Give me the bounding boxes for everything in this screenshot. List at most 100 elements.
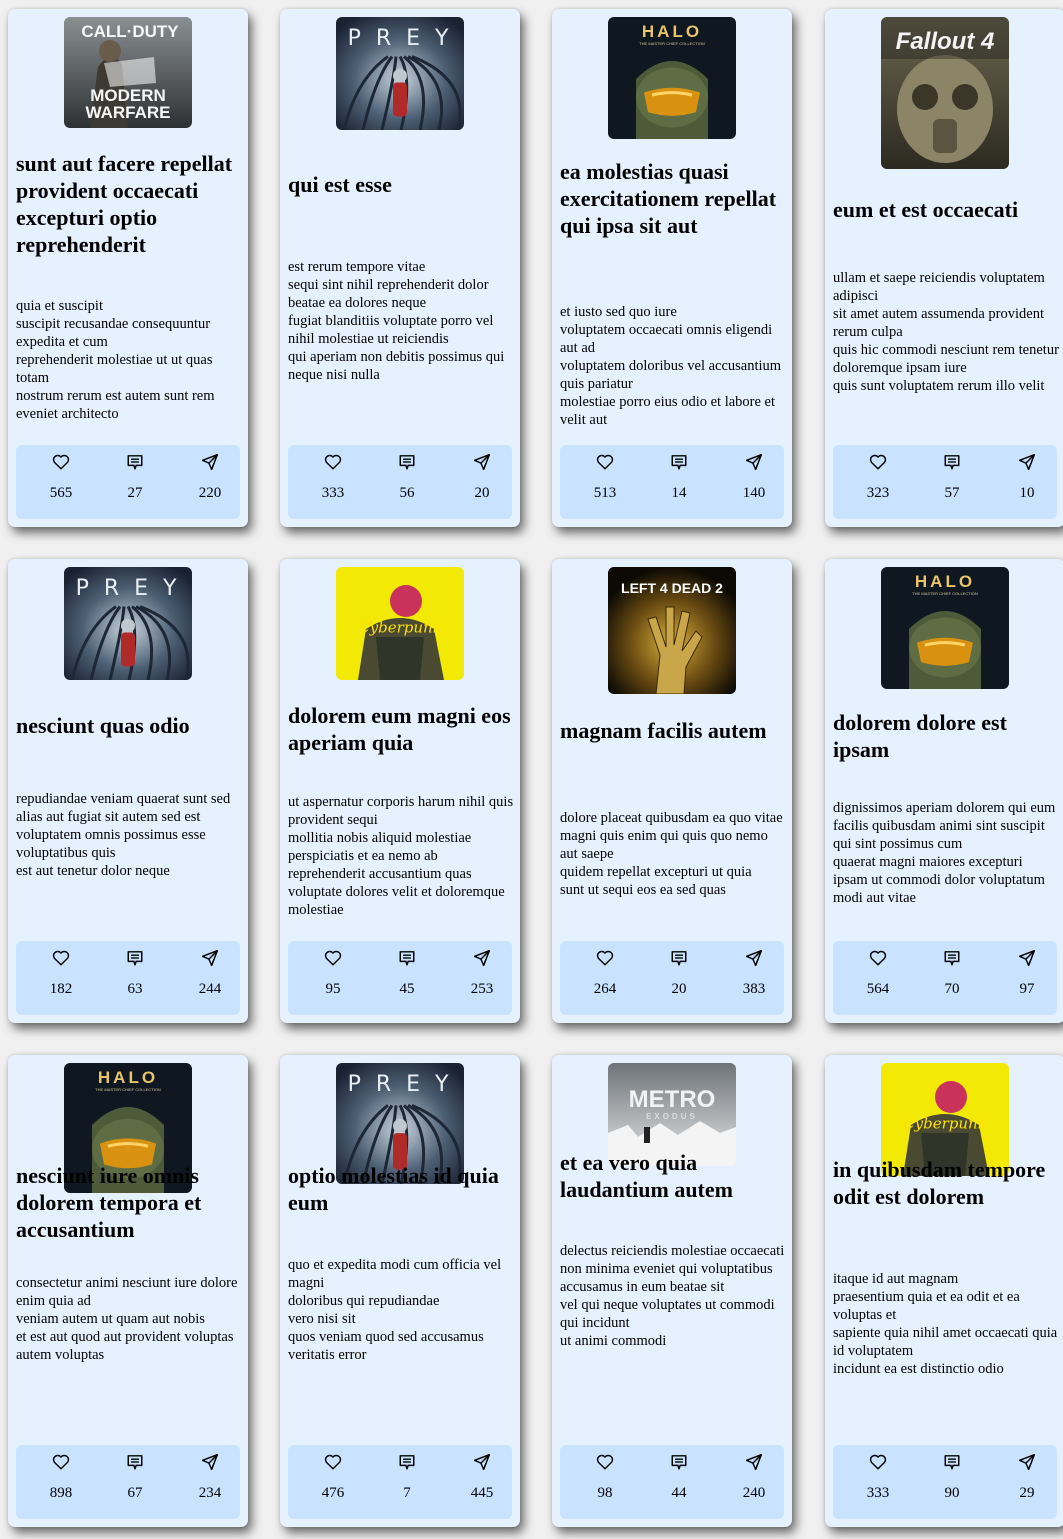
- post-card[interactable]: CALL·DUTY MODERN WARFARE sunt aut facere re…: [8, 9, 248, 527]
- comments-button[interactable]: 63: [100, 941, 170, 1015]
- comment-icon: [944, 455, 960, 470]
- post-title: optio molestias id quia eum: [288, 1163, 499, 1215]
- likes-button[interactable]: 513: [570, 445, 640, 519]
- heart-icon: [324, 950, 342, 966]
- likes-count: 565: [49, 485, 73, 501]
- shares-count: 140: [742, 485, 766, 501]
- heart-icon: [596, 950, 614, 966]
- post-card[interactable]: HALO THE MASTER CHIEF COLLECTION nesciunt …: [8, 1055, 248, 1527]
- cover-title-text: Fallout 4: [896, 28, 995, 55]
- post-body: repudiandae veniam quaerat sunt sed alia…: [16, 791, 231, 879]
- shares-button[interactable]: 97: [992, 941, 1062, 1015]
- game-cover-image[interactable]: Fallout 4: [881, 17, 1009, 169]
- shares-button[interactable]: 10: [992, 445, 1062, 519]
- comment-icon: [399, 951, 415, 966]
- post-card[interactable]: METRO EXODUS et ea vero quia laudantium au…: [552, 1055, 792, 1527]
- likes-button[interactable]: 264: [570, 941, 640, 1015]
- send-icon: [745, 1453, 763, 1471]
- game-cover-image[interactable]: Cyberpunk: [336, 567, 464, 680]
- post-card[interactable]: Cyberpunk in quibusdam tempore odit est d…: [825, 1055, 1063, 1527]
- likes-button[interactable]: 95: [298, 941, 368, 1015]
- likes-button[interactable]: 476: [298, 1445, 368, 1519]
- cover-title-text: THE MASTER CHIEF COLLECTION: [95, 1087, 161, 1092]
- post-body: quia et suscipit suscipit recusandae con…: [16, 298, 215, 422]
- likes-button[interactable]: 182: [26, 941, 96, 1015]
- shares-button[interactable]: 20: [447, 445, 517, 519]
- likes-button[interactable]: 564: [843, 941, 913, 1015]
- game-cover-image[interactable]: HALO THE MASTER CHIEF COLLECTION: [881, 567, 1009, 689]
- heart-icon: [324, 1454, 342, 1470]
- comments-button[interactable]: 45: [372, 941, 442, 1015]
- comments-button[interactable]: 44: [644, 1445, 714, 1519]
- shares-button[interactable]: 445: [447, 1445, 517, 1519]
- shares-button[interactable]: 383: [719, 941, 789, 1015]
- post-card[interactable]: Fallout 4 eum et est occaecati ullam et sa…: [825, 9, 1063, 527]
- post-card[interactable]: P R E Y nesciunt quas odio repudiandae ven…: [8, 559, 248, 1023]
- cover-title-text: Cyberpunk: [358, 619, 442, 637]
- comments-button[interactable]: 20: [644, 941, 714, 1015]
- comments-count: 45: [399, 981, 415, 997]
- likes-button[interactable]: 333: [843, 1445, 913, 1519]
- shares-button[interactable]: 240: [719, 1445, 789, 1519]
- likes-count: 564: [866, 981, 890, 997]
- post-body: delectus reiciendis molestiae occaecati …: [560, 1243, 785, 1349]
- comments-button[interactable]: 14: [644, 445, 714, 519]
- shares-button[interactable]: 244: [175, 941, 245, 1015]
- comments-count: 70: [944, 981, 960, 997]
- cover-title-text: THE MASTER CHIEF COLLECTION: [639, 41, 705, 46]
- shares-button[interactable]: 140: [719, 445, 789, 519]
- post-stats-bar: 98 44 240: [560, 1445, 784, 1519]
- send-icon: [201, 453, 219, 471]
- shares-button[interactable]: 29: [992, 1445, 1062, 1519]
- post-card[interactable]: Cyberpunk dolorem eum magni eos aperiam q…: [280, 559, 520, 1023]
- comments-button[interactable]: 70: [917, 941, 987, 1015]
- game-cover-image[interactable]: LEFT 4 DEAD 2: [608, 567, 736, 694]
- comments-count: 67: [127, 1485, 143, 1501]
- likes-button[interactable]: 323: [843, 445, 913, 519]
- heart-icon: [596, 1454, 614, 1470]
- comments-button[interactable]: 90: [917, 1445, 987, 1519]
- shares-count: 244: [198, 981, 222, 997]
- comments-count: 56: [399, 485, 415, 501]
- shares-button[interactable]: 234: [175, 1445, 245, 1519]
- shares-count: 10: [1019, 485, 1035, 501]
- likes-button[interactable]: 98: [570, 1445, 640, 1519]
- heart-icon: [869, 454, 887, 470]
- game-cover-image[interactable]: P R E Y: [64, 567, 192, 680]
- likes-button[interactable]: 898: [26, 1445, 96, 1519]
- post-body: ullam et saepe reiciendis voluptatem adi…: [833, 270, 1059, 394]
- game-cover-image[interactable]: P R E Y: [336, 17, 464, 130]
- comments-count: 44: [671, 1485, 687, 1501]
- post-body: ut aspernatur corporis harum nihil quis …: [288, 794, 514, 918]
- card-grid: CALL·DUTY MODERN WARFARE sunt aut facere re…: [0, 0, 1063, 1539]
- comment-icon: [671, 1455, 687, 1470]
- post-card[interactable]: P R E Y optio molestias id quia eum quo et…: [280, 1055, 520, 1527]
- likes-button[interactable]: 565: [26, 445, 96, 519]
- likes-count: 513: [593, 485, 617, 501]
- comments-button[interactable]: 27: [100, 445, 170, 519]
- comments-count: 7: [403, 1485, 411, 1501]
- shares-button[interactable]: 253: [447, 941, 517, 1015]
- post-card[interactable]: HALO THE MASTER CHIEF COLLECTION dolorem d…: [825, 559, 1063, 1023]
- game-cover-image[interactable]: HALO THE MASTER CHIEF COLLECTION: [608, 17, 736, 139]
- comments-button[interactable]: 56: [372, 445, 442, 519]
- cover-title-text: HALO: [915, 572, 975, 591]
- post-stats-bar: 323 57 10: [833, 445, 1057, 519]
- post-stats-bar: 564 70 97: [833, 941, 1057, 1015]
- send-icon: [1018, 1453, 1036, 1471]
- comments-count: 57: [944, 485, 960, 501]
- comments-button[interactable]: 67: [100, 1445, 170, 1519]
- comments-button[interactable]: 57: [917, 445, 987, 519]
- post-card[interactable]: LEFT 4 DEAD 2 magnam facilis autem dolore …: [552, 559, 792, 1023]
- post-title: nesciunt quas odio: [16, 713, 190, 738]
- post-card[interactable]: P R E Y qui est esse est rerum tempore vit…: [280, 9, 520, 527]
- game-cover-image[interactable]: CALL·DUTY MODERN WARFARE: [64, 17, 192, 128]
- fallout-4-cover: Fallout 4: [881, 17, 1009, 169]
- post-card[interactable]: HALO THE MASTER CHIEF COLLECTION ea molest…: [552, 9, 792, 527]
- post-title: in quibusdam tempore odit est dolorem: [833, 1157, 1046, 1209]
- post-title: ea molestias quasi exercitationem repell…: [560, 159, 777, 238]
- likes-count: 898: [49, 1485, 73, 1501]
- shares-button[interactable]: 220: [175, 445, 245, 519]
- comments-button[interactable]: 7: [372, 1445, 442, 1519]
- likes-button[interactable]: 333: [298, 445, 368, 519]
